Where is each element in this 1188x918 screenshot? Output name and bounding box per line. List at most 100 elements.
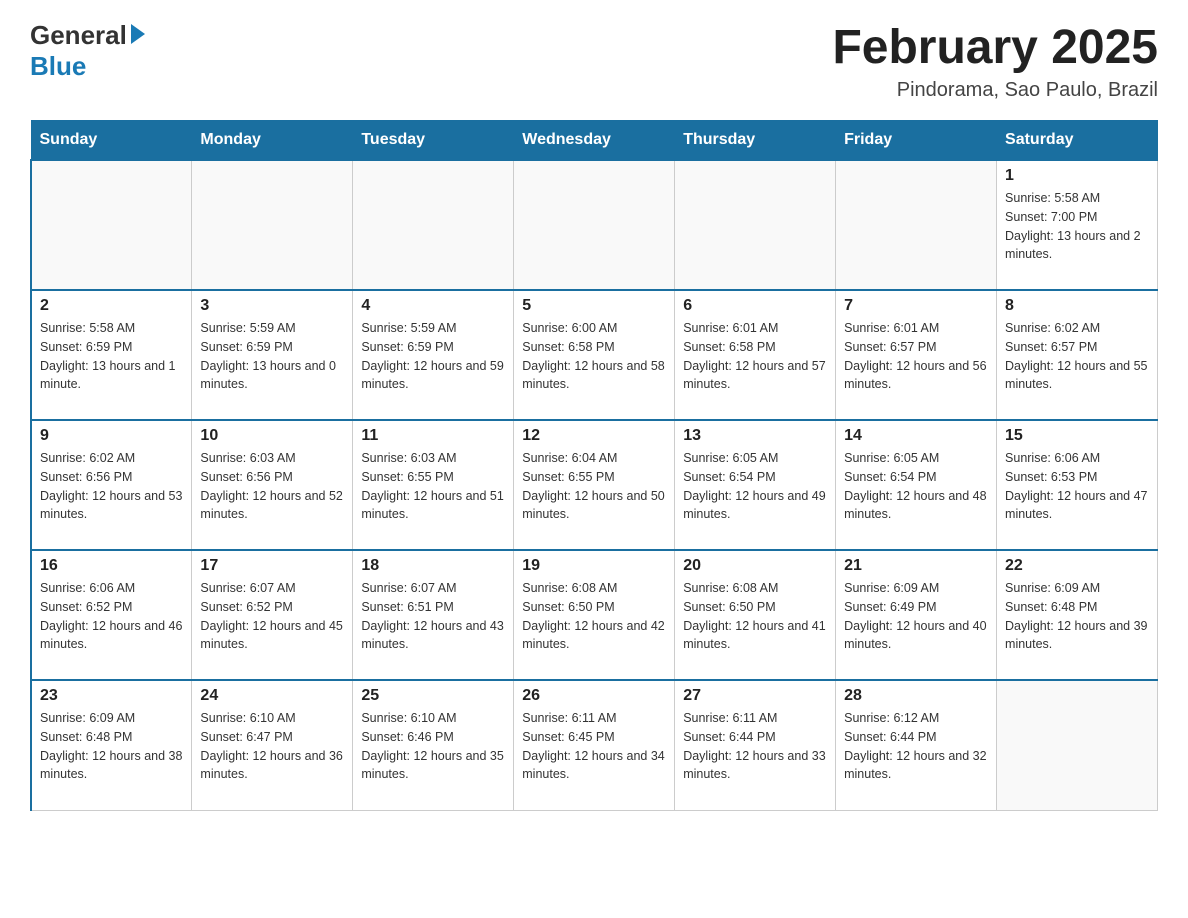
calendar-week-1: 1 Sunrise: 5:58 AMSunset: 7:00 PMDaylight… — [31, 160, 1158, 290]
calendar-header: Sunday Monday Tuesday Wednesday Thursday… — [31, 121, 1158, 161]
calendar-cell — [192, 160, 353, 290]
day-info: Sunrise: 6:10 AMSunset: 6:47 PMDaylight:… — [200, 709, 344, 784]
calendar-cell: 12 Sunrise: 6:04 AMSunset: 6:55 PMDayligh… — [514, 420, 675, 550]
day-info: Sunrise: 6:11 AMSunset: 6:44 PMDaylight:… — [683, 709, 827, 784]
day-number: 13 — [683, 427, 827, 445]
logo: General Blue — [30, 20, 145, 82]
day-number: 26 — [522, 687, 666, 705]
day-info: Sunrise: 6:03 AMSunset: 6:56 PMDaylight:… — [200, 449, 344, 524]
calendar-cell: 18Sunrise: 6:07 AMSunset: 6:51 PMDayligh… — [353, 550, 514, 680]
day-info: Sunrise: 6:02 AMSunset: 6:56 PMDaylight:… — [40, 449, 183, 524]
day-info: Sunrise: 6:10 AMSunset: 6:46 PMDaylight:… — [361, 709, 505, 784]
day-info: Sunrise: 6:05 AMSunset: 6:54 PMDaylight:… — [844, 449, 988, 524]
day-info: Sunrise: 6:09 AMSunset: 6:48 PMDaylight:… — [1005, 579, 1149, 654]
calendar-cell: 21Sunrise: 6:09 AMSunset: 6:49 PMDayligh… — [836, 550, 997, 680]
calendar-week-2: 2 Sunrise: 5:58 AMSunset: 6:59 PMDaylight… — [31, 290, 1158, 420]
col-monday: Monday — [192, 121, 353, 161]
calendar-week-4: 16 Sunrise: 6:06 AMSunset: 6:52 PMDayligh… — [31, 550, 1158, 680]
page-header: General Blue February 2025 Pindorama, Sa… — [30, 20, 1158, 102]
col-tuesday: Tuesday — [353, 121, 514, 161]
day-number: 1 — [1005, 167, 1149, 185]
day-info: Sunrise: 6:01 AMSunset: 6:58 PMDaylight:… — [683, 319, 827, 394]
col-friday: Friday — [836, 121, 997, 161]
day-number: 12 — [522, 427, 666, 445]
calendar-cell — [31, 160, 192, 290]
col-wednesday: Wednesday — [514, 121, 675, 161]
calendar-cell: 7 Sunrise: 6:01 AMSunset: 6:57 PMDaylight… — [836, 290, 997, 420]
day-number: 25 — [361, 687, 505, 705]
calendar-cell: 13 Sunrise: 6:05 AMSunset: 6:54 PMDayligh… — [675, 420, 836, 550]
day-number: 27 — [683, 687, 827, 705]
day-info: Sunrise: 6:06 AMSunset: 6:53 PMDaylight:… — [1005, 449, 1149, 524]
calendar-cell: 20 Sunrise: 6:08 AMSunset: 6:50 PMDayligh… — [675, 550, 836, 680]
day-number: 14 — [844, 427, 988, 445]
calendar-cell: 28Sunrise: 6:12 AMSunset: 6:44 PMDayligh… — [836, 680, 997, 810]
col-sunday: Sunday — [31, 121, 192, 161]
calendar-table: Sunday Monday Tuesday Wednesday Thursday… — [30, 120, 1158, 811]
calendar-cell: 17 Sunrise: 6:07 AMSunset: 6:52 PMDayligh… — [192, 550, 353, 680]
calendar-cell: 23Sunrise: 6:09 AMSunset: 6:48 PMDayligh… — [31, 680, 192, 810]
calendar-cell — [514, 160, 675, 290]
calendar-cell: 16 Sunrise: 6:06 AMSunset: 6:52 PMDayligh… — [31, 550, 192, 680]
calendar-body: 1 Sunrise: 5:58 AMSunset: 7:00 PMDaylight… — [31, 160, 1158, 810]
calendar-cell — [997, 680, 1158, 810]
logo-blue-text: Blue — [30, 51, 86, 82]
calendar-cell: 26Sunrise: 6:11 AMSunset: 6:45 PMDayligh… — [514, 680, 675, 810]
calendar-cell: 6 Sunrise: 6:01 AMSunset: 6:58 PMDaylight… — [675, 290, 836, 420]
day-info: Sunrise: 6:12 AMSunset: 6:44 PMDaylight:… — [844, 709, 988, 784]
day-number: 15 — [1005, 427, 1149, 445]
day-number: 21 — [844, 557, 988, 575]
day-info: Sunrise: 6:05 AMSunset: 6:54 PMDaylight:… — [683, 449, 827, 524]
day-number: 22 — [1005, 557, 1149, 575]
calendar-cell: 22 Sunrise: 6:09 AMSunset: 6:48 PMDayligh… — [997, 550, 1158, 680]
day-info: Sunrise: 6:01 AMSunset: 6:57 PMDaylight:… — [844, 319, 988, 394]
calendar-cell — [675, 160, 836, 290]
calendar-week-5: 23Sunrise: 6:09 AMSunset: 6:48 PMDayligh… — [31, 680, 1158, 810]
calendar-cell: 19Sunrise: 6:08 AMSunset: 6:50 PMDayligh… — [514, 550, 675, 680]
day-info: Sunrise: 5:59 AMSunset: 6:59 PMDaylight:… — [361, 319, 505, 394]
calendar-cell: 1 Sunrise: 5:58 AMSunset: 7:00 PMDaylight… — [997, 160, 1158, 290]
calendar-cell: 24 Sunrise: 6:10 AMSunset: 6:47 PMDayligh… — [192, 680, 353, 810]
day-info: Sunrise: 5:58 AMSunset: 6:59 PMDaylight:… — [40, 319, 183, 394]
day-info: Sunrise: 6:08 AMSunset: 6:50 PMDaylight:… — [522, 579, 666, 654]
calendar-cell: 2 Sunrise: 5:58 AMSunset: 6:59 PMDaylight… — [31, 290, 192, 420]
calendar-cell: 3Sunrise: 5:59 AMSunset: 6:59 PMDaylight… — [192, 290, 353, 420]
day-number: 9 — [40, 427, 183, 445]
day-number: 5 — [522, 297, 666, 315]
day-info: Sunrise: 6:02 AMSunset: 6:57 PMDaylight:… — [1005, 319, 1149, 394]
calendar-cell: 11Sunrise: 6:03 AMSunset: 6:55 PMDayligh… — [353, 420, 514, 550]
calendar-cell: 10 Sunrise: 6:03 AMSunset: 6:56 PMDayligh… — [192, 420, 353, 550]
day-number: 7 — [844, 297, 988, 315]
calendar-cell — [836, 160, 997, 290]
location-text: Pindorama, Sao Paulo, Brazil — [832, 79, 1158, 102]
day-info: Sunrise: 5:59 AMSunset: 6:59 PMDaylight:… — [200, 319, 344, 394]
day-info: Sunrise: 6:04 AMSunset: 6:55 PMDaylight:… — [522, 449, 666, 524]
day-info: Sunrise: 6:07 AMSunset: 6:51 PMDaylight:… — [361, 579, 505, 654]
day-info: Sunrise: 6:07 AMSunset: 6:52 PMDaylight:… — [200, 579, 344, 654]
col-saturday: Saturday — [997, 121, 1158, 161]
day-number: 20 — [683, 557, 827, 575]
calendar-cell: 9 Sunrise: 6:02 AMSunset: 6:56 PMDaylight… — [31, 420, 192, 550]
day-info: Sunrise: 6:09 AMSunset: 6:48 PMDaylight:… — [40, 709, 183, 784]
calendar-cell: 15 Sunrise: 6:06 AMSunset: 6:53 PMDayligh… — [997, 420, 1158, 550]
calendar-cell: 5Sunrise: 6:00 AMSunset: 6:58 PMDaylight… — [514, 290, 675, 420]
calendar-cell: 8 Sunrise: 6:02 AMSunset: 6:57 PMDaylight… — [997, 290, 1158, 420]
day-info: Sunrise: 6:08 AMSunset: 6:50 PMDaylight:… — [683, 579, 827, 654]
calendar-week-3: 9 Sunrise: 6:02 AMSunset: 6:56 PMDaylight… — [31, 420, 1158, 550]
col-thursday: Thursday — [675, 121, 836, 161]
calendar-cell — [353, 160, 514, 290]
day-info: Sunrise: 5:58 AMSunset: 7:00 PMDaylight:… — [1005, 189, 1149, 264]
day-number: 24 — [200, 687, 344, 705]
day-number: 17 — [200, 557, 344, 575]
day-number: 6 — [683, 297, 827, 315]
day-number: 16 — [40, 557, 183, 575]
calendar-cell: 25 Sunrise: 6:10 AMSunset: 6:46 PMDayligh… — [353, 680, 514, 810]
calendar-cell: 4 Sunrise: 5:59 AMSunset: 6:59 PMDaylight… — [353, 290, 514, 420]
day-number: 10 — [200, 427, 344, 445]
day-info: Sunrise: 6:03 AMSunset: 6:55 PMDaylight:… — [361, 449, 505, 524]
day-number: 4 — [361, 297, 505, 315]
day-info: Sunrise: 6:06 AMSunset: 6:52 PMDaylight:… — [40, 579, 183, 654]
day-number: 2 — [40, 297, 183, 315]
day-number: 8 — [1005, 297, 1149, 315]
month-title: February 2025 — [832, 20, 1158, 75]
